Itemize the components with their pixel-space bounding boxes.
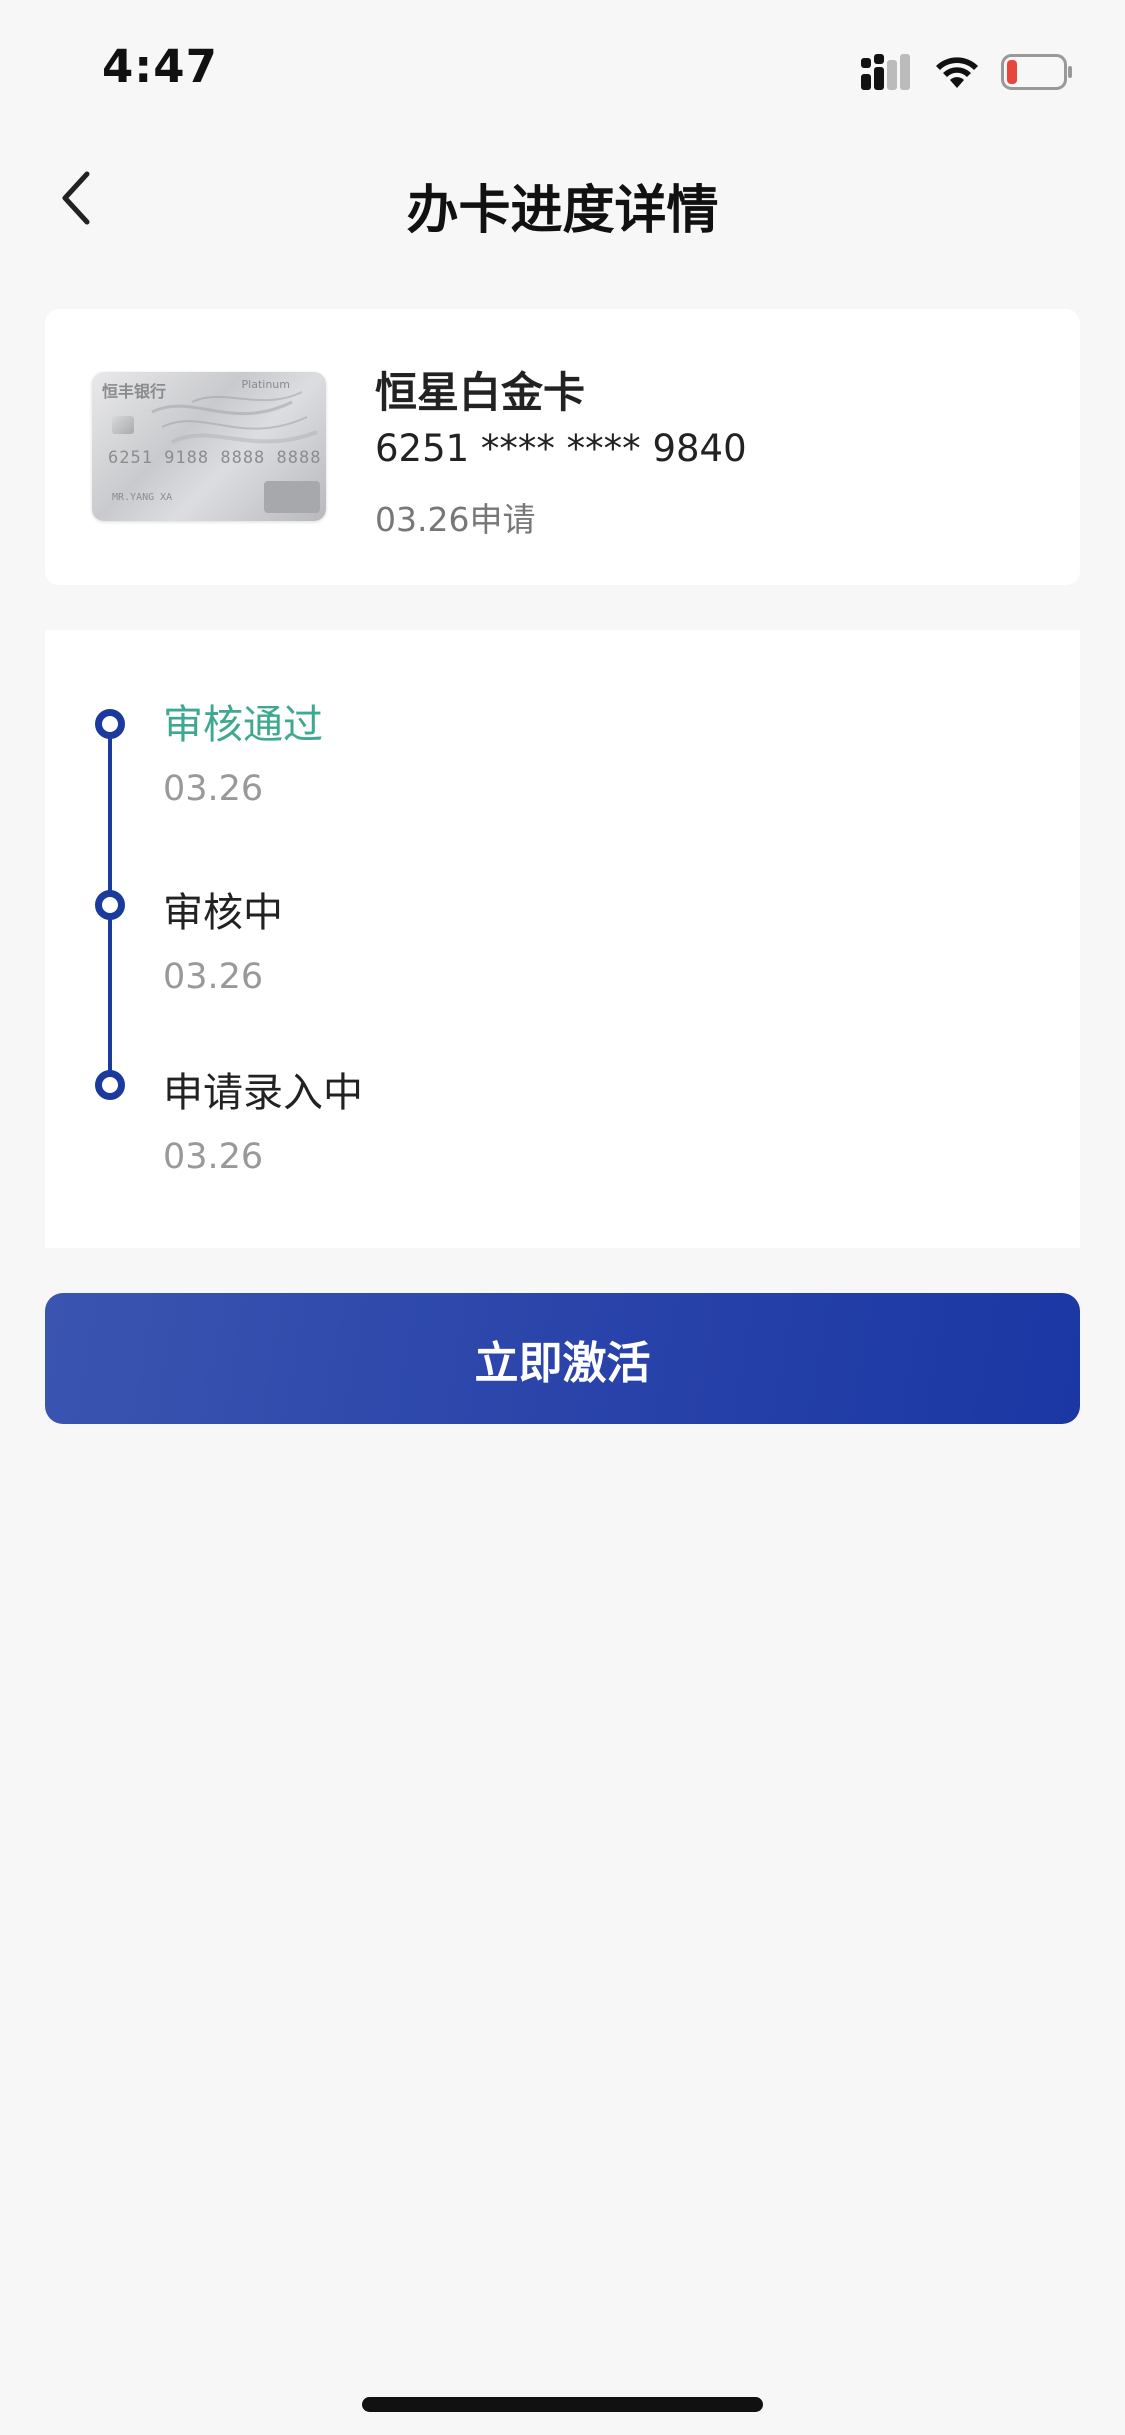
card-chip [112,416,134,434]
card-digits: 6251 9188 8888 8888 [108,448,322,468]
step-label: 申请录入中 [163,1070,363,1116]
progress-timeline: 审核通过 03.26 审核中 03.26 申请录入中 03.26 [45,630,1080,1248]
card-bank-name: 恒丰银行 [102,382,167,401]
battery-low-icon [1001,54,1073,90]
card-name: 恒星白金卡 [375,368,586,417]
step-date: 03.26 [163,957,264,997]
unionpay-logo [264,481,320,513]
page-title: 办卡进度详情 [406,181,719,241]
timeline-dot [95,1070,125,1100]
nav-bar: 办卡进度详情 [0,140,1125,260]
card-info-panel: 恒丰银行 Platinum 6251 9188 8888 8888 MR.YAN… [45,309,1080,585]
step-date: 03.26 [163,769,264,809]
credit-card-image: 恒丰银行 Platinum 6251 9188 8888 8888 MR.YAN… [92,372,326,521]
cellular-signal-icon [861,54,913,90]
status-time: 4:47 [102,40,218,93]
card-holder: MR.YANG XA [112,492,173,503]
status-bar: 4:47 [0,0,1125,140]
status-icons [861,52,1073,92]
step-label: 审核中 [163,890,283,936]
card-number: 6251 **** **** 9840 [375,427,747,470]
timeline-dot [95,709,125,739]
card-tier: Platinum [241,378,290,391]
card-apply-date: 03.26申请 [375,500,536,539]
wifi-icon [935,55,979,89]
home-indicator [362,2397,763,2412]
step-date: 03.26 [163,1137,264,1177]
timeline-dot [95,890,125,920]
activate-button[interactable]: 立即激活 [45,1293,1080,1424]
step-label: 审核通过 [163,702,323,748]
